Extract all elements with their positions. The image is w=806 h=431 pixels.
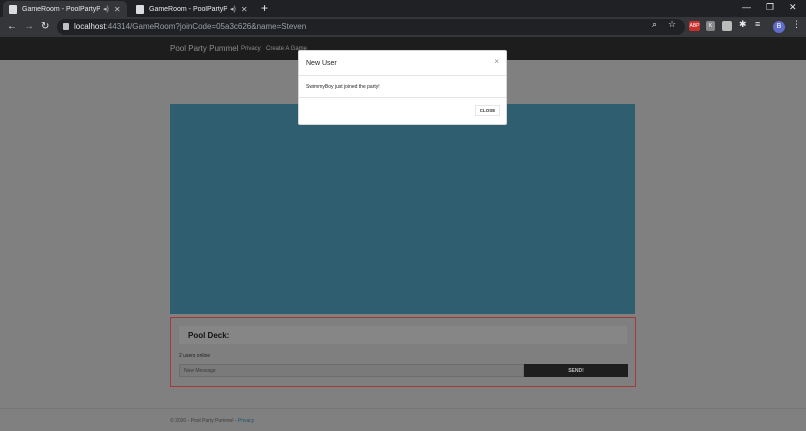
speaker-icon[interactable]: ◂)	[103, 5, 109, 13]
footer: © 2020 - Pool Party Pummel - Privacy	[170, 418, 254, 424]
extension-k-icon[interactable]: K	[706, 21, 715, 31]
adblock-icon[interactable]: ABP	[689, 21, 700, 31]
address-bar[interactable]: localhost:44314/GameRoom?joinCode=05a3c6…	[57, 19, 685, 35]
restore-icon[interactable]: ❐	[766, 2, 774, 13]
send-button[interactable]: SEND!	[524, 364, 628, 377]
modal-close-icon[interactable]: ×	[494, 58, 499, 66]
page-favicon-icon	[136, 4, 144, 14]
media-queue-icon[interactable]: ≡	[755, 19, 760, 29]
menu-kebab-icon[interactable]: ⋮	[792, 19, 801, 30]
pool-deck-panel: Pool Deck: 2 users online SEND!	[170, 317, 636, 387]
tab-title: GameRoom - PoolPartyPumr	[22, 5, 100, 13]
modal-footer-divider	[299, 97, 506, 98]
new-tab-icon[interactable]: +	[261, 2, 268, 14]
url-text[interactable]: localhost:44314/GameRoom?joinCode=05a3c6…	[74, 22, 306, 31]
site-brand-link[interactable]: Pool Party Pummel	[170, 44, 238, 53]
browser-tab-2[interactable]: GameRoom - PoolPartyPumr ◂) ✕	[130, 1, 254, 17]
profile-avatar[interactable]: B	[773, 21, 785, 33]
footer-divider	[0, 408, 806, 409]
modal-message: SwimmyBoy just joined the party!	[306, 84, 380, 90]
speaker-icon[interactable]: ◂)	[230, 5, 236, 13]
reload-icon[interactable]: ↻	[41, 20, 49, 34]
tab-title: GameRoom - PoolPartyPumr	[149, 5, 227, 13]
browser-tab-1[interactable]: GameRoom - PoolPartyPumr ◂) ✕	[3, 1, 127, 17]
deck-header: Pool Deck:	[179, 326, 627, 344]
users-online-count: 2 users online	[179, 353, 211, 359]
minimize-icon[interactable]: —	[742, 2, 751, 12]
forward-arrow-icon[interactable]: →	[24, 20, 34, 34]
nav-link-privacy[interactable]: Privacy	[241, 46, 261, 52]
browser-tab-bar: GameRoom - PoolPartyPumr ◂) ✕ GameRoom -…	[0, 0, 806, 17]
new-user-modal: New User × SwimmyBoy just joined the par…	[298, 50, 507, 125]
footer-copyright: © 2020 - Pool Party Pummel -	[170, 418, 238, 424]
browser-toolbar: ← → ↻ localhost:44314/GameRoom?joinCode=…	[0, 17, 806, 37]
close-window-icon[interactable]: ✕	[789, 2, 797, 13]
new-message-input[interactable]	[179, 364, 524, 377]
back-arrow-icon[interactable]: ←	[7, 20, 17, 34]
page-favicon-icon	[9, 4, 17, 14]
close-tab-icon[interactable]: ✕	[114, 5, 121, 14]
deck-title: Pool Deck:	[188, 331, 230, 340]
close-tab-icon[interactable]: ✕	[241, 5, 248, 14]
extensions-puzzle-icon[interactable]: ✱	[739, 19, 747, 30]
modal-title: New User	[306, 60, 337, 67]
modal-header-divider	[299, 75, 506, 76]
game-canvas[interactable]	[170, 104, 635, 314]
lock-icon	[63, 23, 69, 30]
zoom-icon[interactable]: ⌕	[652, 19, 657, 30]
wallet-icon[interactable]	[722, 21, 732, 31]
footer-privacy-link[interactable]: Privacy	[238, 418, 254, 424]
bookmark-star-icon[interactable]: ☆	[668, 19, 676, 30]
modal-close-button[interactable]: CLOSE	[475, 105, 500, 116]
